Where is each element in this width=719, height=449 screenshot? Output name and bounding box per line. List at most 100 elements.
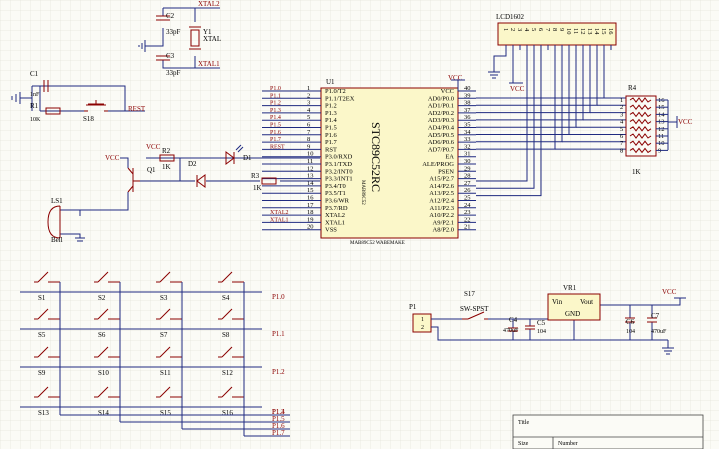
mcu-left-pin-number: 11 [307, 158, 313, 165]
mcu-left-pin-number: 9 [307, 143, 310, 150]
vr1-vin: Vin [552, 298, 563, 306]
lcd-pin-number: 8 [551, 28, 558, 31]
mcu-right-pin-number: 38 [464, 100, 471, 107]
mcu-left-pin-number: 1 [307, 85, 310, 92]
lcd-pin-number: 11 [572, 28, 579, 34]
mcu-left-net-label: P1.7 [270, 137, 281, 143]
mcu-right-pin-function: A15/P2.7 [429, 176, 454, 183]
mcu-left-pin-function: P1.7 [325, 139, 337, 146]
mcu-right-pin-number: 24 [464, 202, 471, 209]
c1-value: 1nF [30, 92, 40, 98]
mcu-right-pin-number: 21 [464, 224, 471, 231]
mcu-left-pin-function: XTAL2 [325, 212, 345, 219]
xtal2-net-label: XTAL2 [198, 0, 220, 8]
mcu-right-pin-number: 25 [464, 195, 471, 202]
keypad-switch-label: S7 [160, 331, 168, 339]
c4-label: C4 [509, 316, 518, 324]
c3-label: C3 [166, 52, 175, 60]
keypad-switch-label: S15 [160, 409, 171, 417]
mcu-chip-footer: MAB89C52 WABEMAKE [350, 241, 405, 246]
keypad-switch-label: S1 [38, 294, 46, 302]
mcu-right-pin-number: 37 [464, 107, 471, 114]
keypad-switch-label: S4 [222, 294, 230, 302]
keypad-switch-label: S10 [98, 369, 109, 377]
keypad-column-net: P1.7 [272, 429, 285, 437]
mcu-right-pin-function: A14/P2.6 [429, 183, 454, 190]
mcu-left-pin-function: P1.1/T2EX [325, 95, 355, 102]
p1-label: P1 [409, 303, 417, 311]
mcu-right-pin-number: 31 [464, 151, 471, 158]
mcu-right-pin-function: A8/P2.0 [433, 227, 455, 234]
keypad-switch-label: S11 [160, 369, 171, 377]
lcd-pin-number: 16 [607, 28, 614, 35]
mcu-left-pin-function: P3.5/T1 [325, 190, 346, 197]
s17-name: SW-SPST [460, 305, 489, 313]
mcu-left-pin-number: 2 [307, 92, 310, 99]
d1-label: D1 [243, 154, 252, 162]
mcu-right-pin-number: 32 [464, 143, 471, 150]
bell-name: Bell [51, 236, 63, 244]
mcu-left-pin-function: P1.5 [325, 125, 337, 132]
c5-label: C5 [537, 319, 546, 327]
mcu-left-pin-function: VSS [325, 227, 337, 234]
mcu-right-pin-number: 29 [464, 165, 471, 172]
keypad-switch-label: S3 [160, 294, 168, 302]
mcu-left-pin-function: P3.6/WR [325, 198, 350, 205]
mcu-left-pin-number: 15 [307, 187, 314, 194]
mcu-left-pin-number: 18 [307, 209, 314, 216]
r3-label: R3 [251, 172, 260, 180]
keypad-switch-label: S14 [98, 409, 109, 417]
c3-value: 33pF [166, 69, 181, 77]
lcd-pin-number: 10 [565, 28, 572, 35]
mcu-right-pin-function: AD2/P0.2 [428, 110, 454, 117]
lcd-vcc-label: VCC [510, 85, 525, 93]
keypad-switch-label: S8 [222, 331, 230, 339]
mcu-left-net-label: REST [270, 144, 285, 150]
mcu-left-pin-function: P1.4 [325, 117, 337, 124]
lcd-pin-number: 2 [509, 28, 516, 31]
mcu-right-pin-number: 23 [464, 209, 471, 216]
rest-net-label: REST [128, 105, 146, 113]
r4-vcc-label: VCC [678, 118, 693, 126]
mcu-right-pin-function: A13/P2.5 [429, 190, 454, 197]
mcu-left-net-label: P1.2 [270, 101, 281, 107]
mcu-right-pin-function: A9/P2.1 [433, 219, 455, 226]
y1-name: XTAL [203, 35, 221, 43]
mcu-right-pin-number: 35 [464, 122, 471, 129]
c2-value: 33pF [166, 28, 181, 36]
p1-pin2: 2 [421, 325, 424, 331]
s18-label: S18 [83, 115, 94, 123]
keypad-switch-label: S12 [222, 369, 233, 377]
mcu-right-pin-function: AD4/P0.4 [428, 125, 455, 132]
mcu-left-net-label: P1.5 [270, 123, 281, 129]
keypad-switch-label: S5 [38, 331, 46, 339]
titleblock-title: Title [518, 420, 529, 426]
driver-vcc2-label: VCC [146, 143, 161, 151]
mcu-right-pin-number: 40 [464, 85, 471, 92]
mcu-left-pin-function: P3.0/RXD [325, 154, 353, 161]
r4-left-pin: 1 [620, 97, 623, 104]
mcu-right-pin-function: AD0/P0.0 [428, 95, 454, 102]
r2-label: R2 [162, 147, 171, 155]
mcu-right-pin-number: 36 [464, 114, 471, 121]
titleblock-number: Number [558, 441, 578, 447]
mcu-right-pin-function: EA [445, 154, 454, 161]
r1-value: 10K [30, 117, 41, 123]
title-block: Title Size Number [512, 414, 704, 449]
c2-label: C2 [166, 12, 175, 20]
mcu-left-net-label: P1.0 [270, 86, 281, 92]
c4-value: 470uF [503, 328, 519, 334]
mcu-right-pin-number: 26 [464, 187, 471, 194]
mcu-left-pin-number: 17 [307, 202, 314, 209]
mcu-left-net-label: P1.4 [270, 115, 281, 121]
mcu-left-pin-number: 10 [307, 151, 314, 158]
mcu-right-pin-number: 27 [464, 180, 471, 187]
lcd-pin-number: 9 [558, 28, 565, 31]
xtal1-net-label: XTAL1 [198, 60, 220, 68]
lcd-pin-number: 14 [593, 28, 600, 35]
mcu-left-pin-function: P1.6 [325, 132, 337, 139]
r4-label: R4 [628, 84, 637, 92]
r4-left-pin: 2 [620, 104, 623, 111]
driver-vcc-label: VCC [105, 154, 120, 162]
mcu-right-pin-number: 34 [464, 129, 471, 136]
